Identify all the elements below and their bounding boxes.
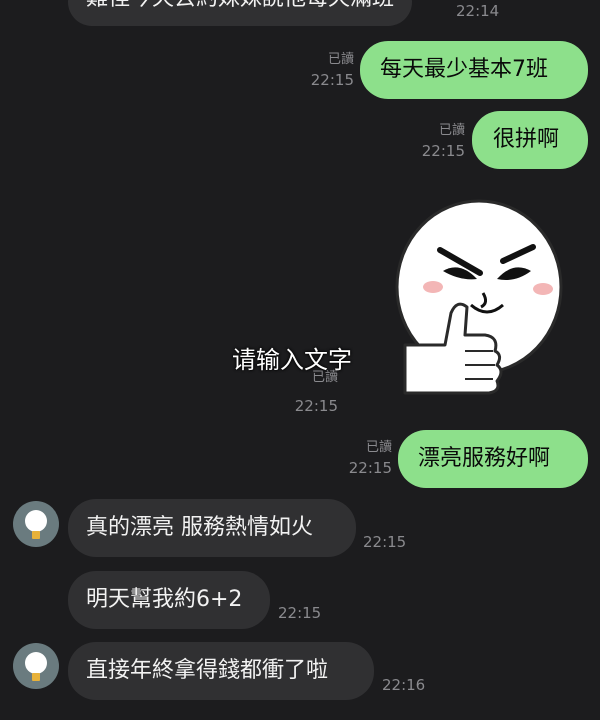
read-receipt: 已讀 <box>438 123 465 138</box>
message-time: 22:15 <box>294 397 338 415</box>
read-receipt: 已讀 <box>327 52 354 67</box>
lightbulb-avatar-icon <box>25 510 47 539</box>
text-overlay: 请输入文字 <box>232 346 352 374</box>
read-receipt: 已讀 <box>365 440 392 455</box>
message-meta: 已讀 22:15 <box>295 368 338 416</box>
sticker-image[interactable] <box>385 195 565 405</box>
message-time: 22:15 <box>348 459 392 477</box>
lightbulb-avatar-icon <box>25 652 47 681</box>
message-time: 22:15 <box>363 533 407 551</box>
message-time: 22:14 <box>456 2 500 20</box>
avatar[interactable] <box>13 501 59 547</box>
incoming-message-bubble[interactable]: 真的漂亮 服務熱情如火 <box>68 499 356 557</box>
incoming-message-bubble[interactable]: 明天幫我約6+2 <box>68 571 270 629</box>
message-time: 22:15 <box>421 142 465 160</box>
avatar[interactable] <box>13 643 59 689</box>
message-meta: 已讀 22:15 <box>349 438 392 478</box>
message-time: 22:15 <box>310 71 354 89</box>
message-meta: 已讀 22:15 <box>311 50 354 90</box>
message-time: 22:16 <box>382 676 426 694</box>
outgoing-message-bubble[interactable]: 很拼啊 <box>472 111 588 169</box>
thumbs-up-face-sticker <box>395 199 563 395</box>
message-meta: 已讀 22:15 <box>422 121 465 161</box>
incoming-message-bubble[interactable]: 難怪今天去約妹妹說他每天滿班 <box>68 0 413 26</box>
incoming-message-bubble[interactable]: 直接年終拿得錢都衝了啦 <box>68 642 374 700</box>
outgoing-message-bubble[interactable]: 漂亮服務好啊 <box>398 430 588 488</box>
outgoing-message-bubble[interactable]: 每天最少基本7班 <box>360 41 588 99</box>
message-time: 22:15 <box>278 604 322 622</box>
